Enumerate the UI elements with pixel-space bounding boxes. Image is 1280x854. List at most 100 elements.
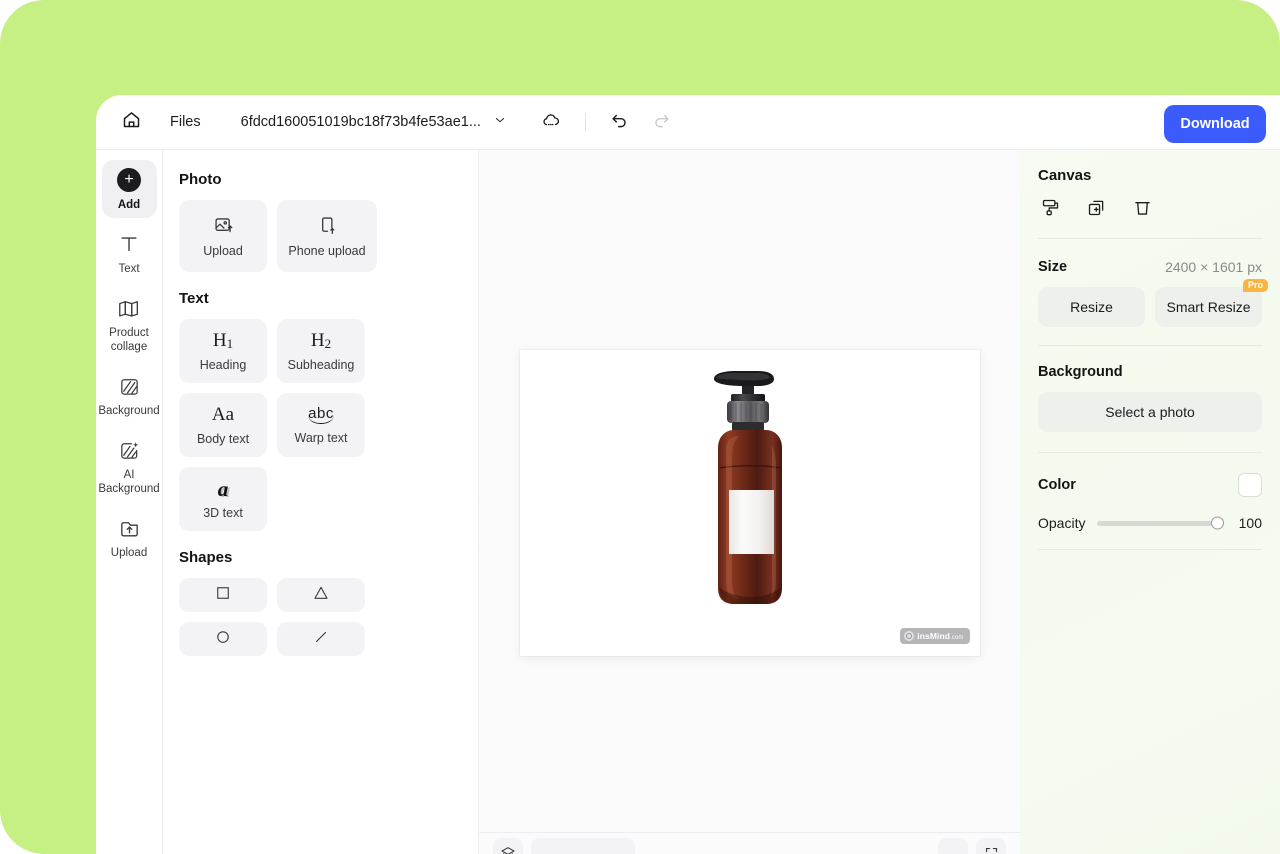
upload-photo-label: Upload	[203, 243, 243, 258]
opacity-label: Opacity	[1038, 515, 1086, 531]
size-value: 2400 × 1601 px	[1165, 259, 1262, 275]
fullscreen-icon	[985, 847, 997, 852]
delete-button[interactable]	[1130, 198, 1154, 222]
document-name[interactable]: 6fdcd160051019bc18f73b4fe53ae1...	[241, 114, 481, 130]
color-label: Color	[1038, 477, 1076, 493]
rail-label-product-collage: Product collage	[109, 327, 149, 354]
cloud-save-status	[539, 110, 563, 134]
triangle-shape-icon	[312, 584, 330, 607]
phone-upload-label: Phone upload	[288, 243, 366, 258]
circle-shape-tile[interactable]	[179, 622, 267, 656]
body-text-label: Body text	[196, 432, 250, 446]
canvas-bottom-bar	[479, 832, 1020, 854]
subheading-label: Subheading	[287, 358, 355, 372]
pro-badge: Pro	[1242, 279, 1268, 292]
heading-tile[interactable]: H1 Heading	[179, 319, 267, 383]
upload-photo-tile[interactable]: Upload	[179, 200, 267, 272]
home-button[interactable]	[114, 105, 148, 139]
document-menu-button[interactable]	[491, 113, 509, 131]
line-shape-icon	[312, 628, 330, 651]
chevron-down-icon	[493, 113, 507, 132]
rail-label-background: Background	[98, 405, 160, 418]
color-swatch[interactable]	[1238, 473, 1262, 497]
upload-folder-icon	[116, 515, 142, 541]
square-shape-tile[interactable]	[179, 578, 267, 612]
warp-text-tile[interactable]: abc Warp text	[277, 393, 365, 457]
subheading-tile[interactable]: H2 Subheading	[277, 319, 365, 383]
select-photo-button[interactable]: Select a photo	[1038, 392, 1262, 432]
collage-icon	[116, 295, 142, 321]
text-t-icon	[116, 231, 142, 257]
elements-panel: Photo Upload Phone upload Text H 1 Headi…	[163, 150, 479, 854]
resize-button[interactable]: Resize	[1038, 287, 1145, 327]
section-title-shapes: Shapes	[179, 549, 233, 566]
rail-label-ai-background: AI Background	[98, 469, 160, 496]
3d-text-icon: a	[217, 477, 229, 501]
opacity-slider-knob[interactable]	[1211, 516, 1224, 530]
rail-item-upload[interactable]: Upload	[102, 508, 157, 566]
rail-item-product-collage[interactable]: Product collage	[102, 288, 157, 360]
resize-buttons: Resize Smart Resize Pro	[1038, 279, 1268, 345]
canvas-stage[interactable]: insMind.com	[479, 150, 1020, 854]
layers-button[interactable]	[493, 838, 523, 854]
duplicate-button[interactable]	[1084, 198, 1108, 222]
delete-icon	[1132, 197, 1153, 223]
h2-glyph-icon: H2	[310, 330, 332, 351]
circle-shape-icon	[214, 628, 232, 651]
files-link[interactable]: Files	[170, 114, 201, 130]
square-shape-icon	[214, 584, 232, 607]
phone-upload-tile[interactable]: Phone upload	[277, 200, 377, 272]
redo-icon	[652, 110, 671, 134]
photo-tile-group: Upload Phone upload	[179, 200, 462, 272]
app-body: + Add Text Product collage Background AI…	[96, 149, 1280, 854]
divider-opacity	[1038, 549, 1262, 550]
opacity-row: Opacity 100	[1038, 515, 1262, 549]
bottom-bar-right	[938, 838, 1006, 854]
undo-button[interactable]	[608, 110, 632, 134]
download-button[interactable]: Download	[1164, 105, 1266, 143]
rail-label-add: Add	[117, 199, 141, 211]
size-label: Size	[1038, 259, 1068, 275]
rail-label-text: Text	[118, 263, 140, 276]
insmind-logo-icon	[904, 631, 915, 641]
smart-resize-label: Smart Resize	[1166, 299, 1251, 315]
opacity-value: 100	[1238, 515, 1262, 531]
app-window: Files 6fdcd160051019bc18f73b4fe53ae1...	[96, 95, 1280, 854]
duplicate-icon	[1086, 197, 1107, 223]
properties-panel: Canvas Size 2400 × 1601 px Resize Smart …	[1020, 150, 1280, 854]
cloud-save-icon	[541, 110, 561, 135]
3d-text-tile[interactable]: a 3D text	[179, 467, 267, 531]
rail-label-upload: Upload	[110, 547, 148, 560]
triangle-shape-tile[interactable]	[277, 578, 365, 612]
fullscreen-button[interactable]	[976, 838, 1006, 854]
paint-roller-button[interactable]	[1038, 198, 1062, 222]
toolbar-divider	[584, 113, 586, 131]
shape-tile-group	[179, 578, 462, 656]
text-tile-group: H1 Heading H2 Subheading Aa Body text ab…	[179, 319, 462, 531]
rail-item-text[interactable]: Text	[102, 224, 157, 282]
size-row: Size 2400 × 1601 px	[1038, 239, 1262, 287]
body-text-tile[interactable]: Aa Body text	[179, 393, 267, 457]
warp-text-icon: abc	[308, 405, 334, 424]
tool-rail: + Add Text Product collage Background AI…	[96, 150, 163, 854]
hatch-square-icon	[116, 373, 142, 399]
rail-item-add[interactable]: + Add	[101, 160, 157, 219]
line-shape-tile[interactable]	[277, 622, 365, 656]
watermark-text: insMind.com	[917, 631, 964, 641]
h1-glyph-icon: H1	[212, 330, 234, 351]
fit-button[interactable]	[938, 838, 968, 854]
section-title-text: Text	[179, 290, 209, 307]
smart-resize-button[interactable]: Smart Resize Pro	[1155, 279, 1268, 327]
opacity-slider[interactable]	[1097, 516, 1224, 530]
rail-item-ai-background[interactable]: AI Background	[98, 430, 160, 502]
product-image[interactable]	[696, 366, 804, 608]
rail-item-background[interactable]: Background	[98, 366, 160, 424]
redo-button[interactable]	[650, 110, 674, 134]
color-row: Color	[1038, 453, 1262, 515]
aa-glyph-icon: Aa	[211, 404, 235, 425]
canvas-artboard[interactable]: insMind.com	[519, 350, 980, 656]
hatch-sparkle-icon	[116, 437, 142, 463]
3d-text-label: 3D text	[203, 506, 243, 520]
zoom-control[interactable]	[531, 838, 635, 854]
heading-label: Heading	[199, 358, 247, 372]
